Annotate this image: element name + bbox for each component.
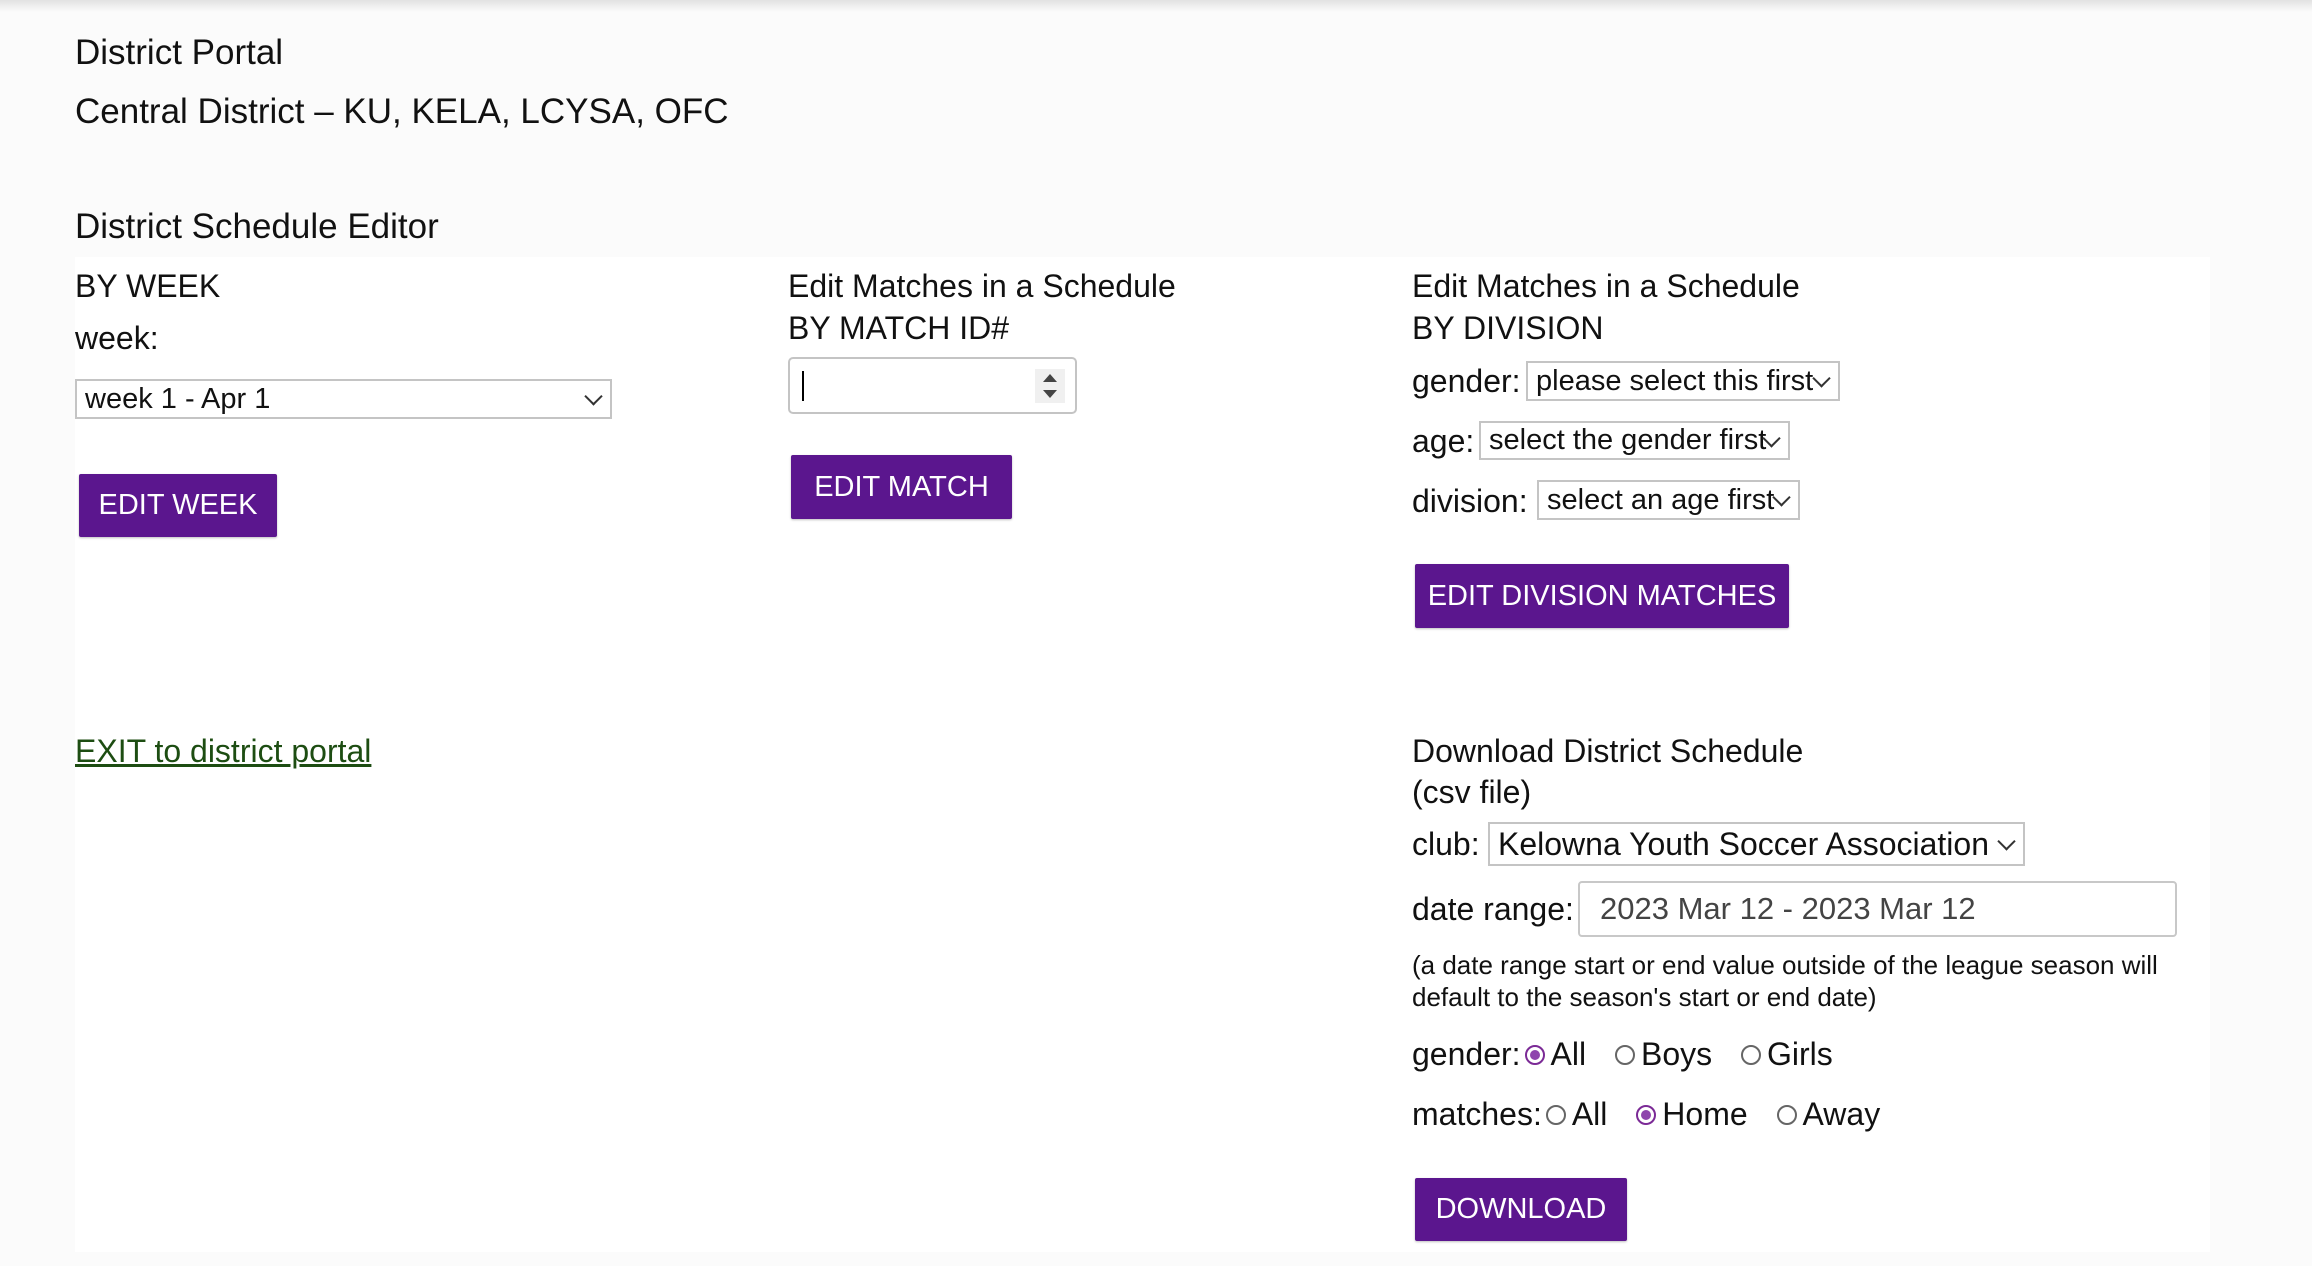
gender-option-girls-label: Girls [1767,1036,1833,1072]
radio-unselected-icon[interactable] [1776,1104,1797,1125]
date-range-note-line1: (a date range start or end value outside… [1412,950,2158,980]
radio-unselected-icon[interactable] [1614,1044,1635,1065]
week-select[interactable]: week 1 - Apr 1 [75,379,612,419]
division-label: division: [1412,483,1528,519]
radio-unselected-icon[interactable] [1545,1104,1566,1125]
division-select-value: select an age first [1547,483,1775,516]
radio-unselected-icon[interactable] [1741,1044,1762,1065]
division-gender-label: gender: [1412,363,1521,399]
text-caret [802,371,804,401]
matches-radio-group: matches: All Home Away [1412,1095,1896,1133]
date-range-note-line2: default to the season's start or end dat… [1412,982,1877,1012]
matches-option-home[interactable]: Home [1632,1096,1748,1132]
club-select[interactable]: Kelowna Youth Soccer Association [1488,822,2025,866]
chevron-down-icon [584,387,603,406]
radio-selected-icon[interactable] [1524,1044,1545,1065]
by-division-heading: Edit Matches in a Schedule [1412,268,1800,304]
spinner-down-icon[interactable] [1043,390,1057,398]
gender-option-all-label: All [1550,1036,1587,1072]
download-button[interactable]: DOWNLOAD [1415,1178,1627,1241]
matches-option-all[interactable]: All [1542,1096,1608,1132]
top-shadow [0,0,2312,12]
section-title: District Schedule Editor [75,207,439,246]
chevron-down-icon [1812,369,1831,388]
division-select[interactable]: select an age first [1537,480,1800,520]
week-select-value: week 1 - Apr 1 [85,382,271,415]
matches-label: matches: [1412,1096,1542,1132]
by-match-heading: Edit Matches in a Schedule [788,268,1176,304]
gender-option-all[interactable]: All [1521,1036,1587,1072]
chevron-down-icon [1997,832,2016,851]
edit-week-button[interactable]: EDIT WEEK [79,474,277,537]
by-match-subheading: BY MATCH ID# [788,310,1010,346]
gender-option-girls[interactable]: Girls [1737,1036,1833,1072]
date-range-label: date range: [1412,891,1574,927]
number-spinner[interactable] [1035,369,1065,403]
age-select-value: select the gender first [1489,424,1767,456]
matches-option-away-label: Away [1802,1096,1881,1132]
division-gender-value: please select this first [1536,364,1814,397]
by-division-subheading: BY DIVISION [1412,310,1604,346]
gender-option-boys[interactable]: Boys [1611,1036,1712,1072]
club-label: club: [1412,826,1480,862]
matches-option-all-label: All [1571,1096,1608,1132]
chevron-down-icon [1772,488,1791,507]
download-heading: Download District Schedule [1412,733,1804,769]
club-select-value: Kelowna Youth Soccer Association [1498,825,1989,862]
portal-title: District Portal [75,33,284,72]
download-gender-radio-group: gender: All Boys Girls [1412,1035,1849,1073]
exit-to-portal-link[interactable]: EXIT to district portal [75,732,371,770]
download-subheading: (csv file) [1412,774,1532,810]
edit-division-matches-button[interactable]: EDIT DIVISION MATCHES [1415,564,1789,628]
age-label: age: [1412,423,1475,459]
edit-match-button[interactable]: EDIT MATCH [791,455,1012,519]
district-name: Central District – KU, KELA, LCYSA, OFC [75,92,729,131]
division-gender-select[interactable]: please select this first [1526,361,1840,401]
radio-selected-icon[interactable] [1636,1104,1657,1125]
by-week-heading: BY WEEK [75,268,221,304]
age-select[interactable]: select the gender first [1479,421,1790,460]
week-label: week: [75,320,159,356]
date-range-value: 2023 Mar 12 - 2023 Mar 12 [1600,891,1976,926]
match-id-input[interactable] [788,357,1077,414]
matches-option-away[interactable]: Away [1773,1096,1881,1132]
matches-option-home-label: Home [1662,1096,1748,1132]
spinner-up-icon[interactable] [1043,374,1057,382]
download-gender-label: gender: [1412,1036,1521,1072]
gender-option-boys-label: Boys [1640,1036,1713,1072]
date-range-input[interactable]: 2023 Mar 12 - 2023 Mar 12 [1578,881,2177,937]
